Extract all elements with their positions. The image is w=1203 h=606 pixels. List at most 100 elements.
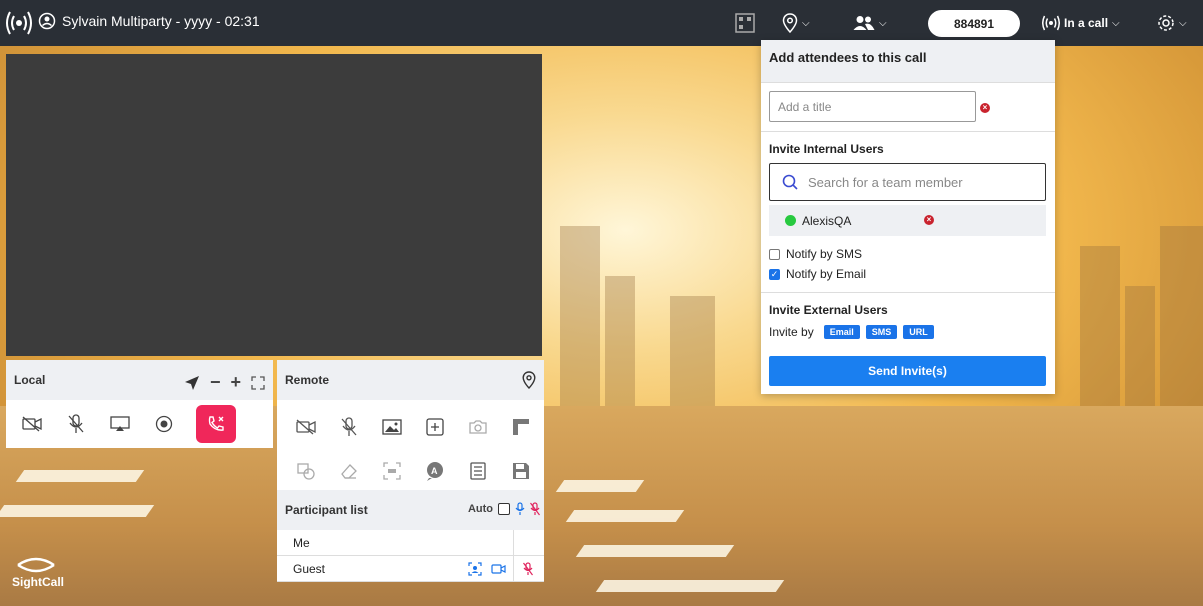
participant-row[interactable]: Me <box>277 530 544 556</box>
add-attendees-dropdown: Add attendees to this call × Invite Inte… <box>761 40 1055 394</box>
navigate-arrow-icon[interactable] <box>184 375 200 391</box>
zoom-in-icon[interactable]: + <box>230 372 241 393</box>
invite-sms-tag[interactable]: SMS <box>865 325 898 339</box>
mic-off-icon <box>68 414 84 433</box>
focus-button[interactable] <box>379 458 405 484</box>
brand-logo: SightCall <box>12 555 64 589</box>
svg-text:A: A <box>431 466 438 476</box>
internal-users-label: Invite Internal Users <box>769 142 884 156</box>
notify-sms-label: Notify by SMS <box>786 247 863 261</box>
call-status-text: In a call <box>1064 16 1109 30</box>
camera-icon <box>469 420 487 434</box>
record-button[interactable] <box>152 412 176 436</box>
participant-name: Guest <box>293 561 326 576</box>
users-icon <box>853 16 875 30</box>
auto-checkbox[interactable] <box>498 503 510 515</box>
chevron-down-icon: ⌵ <box>802 17 810 29</box>
participant-screen-icon[interactable] <box>468 562 482 576</box>
local-panel: Local − + <box>6 360 273 448</box>
notify-email-option[interactable]: ✓ Notify by Email <box>769 267 866 281</box>
local-panel-header: Local − + <box>6 360 273 400</box>
measure-button[interactable] <box>508 414 534 440</box>
auto-label: Auto <box>467 503 493 515</box>
invite-by-label: Invite by <box>769 325 814 339</box>
screen-share-button[interactable] <box>108 412 132 436</box>
location-pin-icon <box>782 13 798 33</box>
notes-icon <box>470 462 486 480</box>
chevron-down-icon: ⌵ <box>1112 17 1120 29</box>
camera-toggle-button[interactable] <box>20 412 44 436</box>
plus-square-icon <box>426 418 444 436</box>
clear-title-icon[interactable]: × <box>980 103 990 113</box>
team-search-input[interactable] <box>808 174 1028 190</box>
mic-toggle-button[interactable] <box>64 412 88 436</box>
notify-sms-option[interactable]: Notify by SMS <box>769 247 862 261</box>
text-annotation-button[interactable]: A <box>422 458 448 484</box>
save-button[interactable] <box>508 458 534 484</box>
user-circle-icon <box>38 12 56 30</box>
record-icon <box>155 415 173 433</box>
app-logo-icon <box>6 11 32 35</box>
hangup-button[interactable] <box>196 405 236 443</box>
notify-email-checkbox[interactable]: ✓ <box>769 268 780 280</box>
ruler-icon <box>513 419 529 435</box>
notify-email-label: Notify by Email <box>786 267 867 281</box>
location-menu-button[interactable]: ⌵ <box>782 11 810 35</box>
search-icon <box>782 174 798 190</box>
team-search-box[interactable] <box>769 163 1046 201</box>
gear-icon <box>1158 15 1174 31</box>
broadcast-icon <box>1042 15 1060 31</box>
remote-camera-toggle-button[interactable] <box>293 414 319 440</box>
image-icon <box>382 419 402 435</box>
room-code-badge[interactable]: 884891 <box>928 10 1020 37</box>
zoom-out-icon[interactable]: − <box>210 372 221 393</box>
remote-camera-snapshot-button[interactable] <box>465 414 491 440</box>
location-pin-icon[interactable] <box>522 371 536 389</box>
remove-user-icon[interactable]: × <box>924 215 934 225</box>
text-bubble-icon: A <box>427 462 443 481</box>
remote-video-view[interactable] <box>6 54 542 356</box>
participant-video-icon[interactable] <box>491 563 506 575</box>
attendees-header: Add attendees to this call <box>761 40 1055 82</box>
chevron-down-icon: ⌵ <box>1179 17 1187 29</box>
chevron-down-icon: ⌵ <box>879 17 887 29</box>
participants-menu-button[interactable]: ⌵ <box>853 11 887 35</box>
remote-panel-header: Remote <box>277 360 544 400</box>
selected-user-chip[interactable]: AlexisQA × <box>769 205 1046 236</box>
invite-by-row: Invite by Email SMS URL <box>769 325 934 339</box>
qr-scan-button[interactable] <box>734 11 756 35</box>
call-title-input[interactable] <box>769 91 976 122</box>
mic-off-icon[interactable] <box>530 502 540 516</box>
mic-off-icon <box>341 417 357 436</box>
online-status-dot <box>785 215 796 226</box>
screen-share-icon <box>110 416 130 431</box>
invite-email-tag[interactable]: Email <box>823 325 860 339</box>
participant-list-header: Participant list Auto <box>277 490 544 530</box>
selected-user-name: AlexisQA <box>802 213 852 228</box>
video-off-icon <box>22 416 42 432</box>
add-annotation-button[interactable] <box>422 414 448 440</box>
eraser-icon <box>341 464 357 479</box>
eraser-button[interactable] <box>336 458 362 484</box>
call-status-menu[interactable]: In a call ⌵ <box>1042 11 1120 35</box>
fullscreen-icon[interactable] <box>251 375 265 390</box>
call-title-text: Sylvain Multiparty - yyyy - 02:31 <box>62 13 260 29</box>
brand-name: SightCall <box>12 575 65 589</box>
mic-icon[interactable] <box>515 502 525 516</box>
notes-button[interactable] <box>465 458 491 484</box>
snapshot-gallery-button[interactable] <box>379 414 405 440</box>
shapes-icon <box>297 463 315 480</box>
settings-menu-button[interactable]: ⌵ <box>1157 11 1187 35</box>
shapes-button[interactable] <box>293 458 319 484</box>
qr-code-icon <box>735 13 755 33</box>
remote-panel: Remote A Participant list Auto Me Guest <box>277 360 544 582</box>
participant-name: Me <box>293 535 310 550</box>
invite-url-tag[interactable]: URL <box>903 325 934 339</box>
send-invites-button[interactable]: Send Invite(s) <box>769 356 1046 386</box>
floppy-disk-icon <box>513 463 529 479</box>
notify-sms-checkbox[interactable] <box>769 248 780 260</box>
remote-mic-toggle-button[interactable] <box>336 414 362 440</box>
participant-mic-off-icon[interactable] <box>523 562 533 576</box>
participant-row[interactable]: Guest <box>277 556 544 582</box>
participant-list-label: Participant list <box>285 503 368 517</box>
